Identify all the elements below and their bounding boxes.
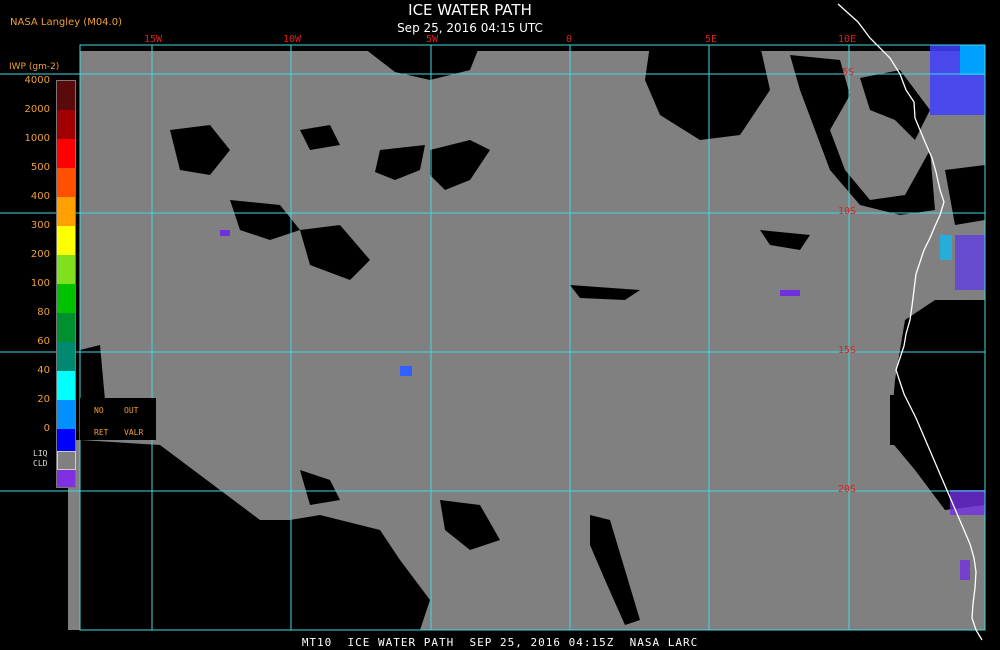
liq-label: LIQ — [33, 449, 48, 458]
legend-level-label: 80 — [37, 307, 50, 318]
liquid-cloud-legend-label: LIQ CLD — [33, 449, 47, 469]
legend-swatch — [57, 139, 75, 168]
lon-label-5w: 5W — [426, 34, 439, 45]
legend-level-label: 200 — [30, 249, 50, 260]
valr-label: VALR — [124, 428, 144, 437]
legend-level-label: 20 — [37, 394, 50, 405]
legend-level-label: 100 — [30, 278, 50, 289]
legend-level-label: 300 — [30, 220, 50, 231]
legend-color-bar — [56, 80, 76, 488]
liquid-cloud-swatch — [57, 451, 76, 470]
satellite-map — [0, 3, 986, 641]
legend-swatch — [57, 226, 75, 255]
legend-swatch — [57, 168, 75, 197]
ret-label: RET — [94, 428, 109, 437]
footer-caption: MT10 ICE WATER PATH SEP 25, 2016 04:15Z … — [301, 636, 699, 649]
legend-swatch — [57, 197, 75, 226]
legend-swatch — [57, 371, 75, 400]
cld-label: CLD — [33, 459, 48, 468]
lat-label-15s: 15S — [838, 345, 857, 356]
legend-swatch — [57, 255, 75, 284]
legend-swatch — [57, 313, 75, 342]
legend-level-label: 4000 — [24, 75, 50, 86]
legend-swatch — [57, 342, 75, 371]
legend-swatch — [57, 110, 75, 139]
lon-label-5e: 5E — [705, 34, 718, 45]
lon-label-10e: 10E — [838, 34, 857, 45]
legend-level-label: 500 — [30, 162, 50, 173]
lat-label-10s: 10S — [838, 206, 857, 217]
legend-swatch — [57, 284, 75, 313]
legend-level-label: 1000 — [24, 133, 50, 144]
legend-swatch — [57, 81, 75, 110]
out-label: OUT — [124, 406, 139, 415]
legend-level-label: 2000 — [24, 104, 50, 115]
lat-label-20s: 20S — [838, 484, 857, 495]
lon-label-10w: 10W — [283, 34, 302, 45]
no-ret-label: NO — [94, 406, 104, 415]
no-retrieval-legend: NO OUT RET VALR — [80, 398, 156, 440]
legend-level-label: 40 — [37, 365, 50, 376]
legend-unit-label: IWP (gm-2) — [9, 62, 60, 72]
lon-label-15w: 15W — [144, 34, 163, 45]
legend-swatch — [57, 400, 75, 429]
legend-level-label: 400 — [30, 191, 50, 202]
lat-label-5s: 5S — [842, 67, 855, 78]
legend-level-label: 0 — [43, 423, 50, 434]
legend-level-label: 60 — [37, 336, 50, 347]
lon-label-0: 0 — [566, 34, 573, 45]
